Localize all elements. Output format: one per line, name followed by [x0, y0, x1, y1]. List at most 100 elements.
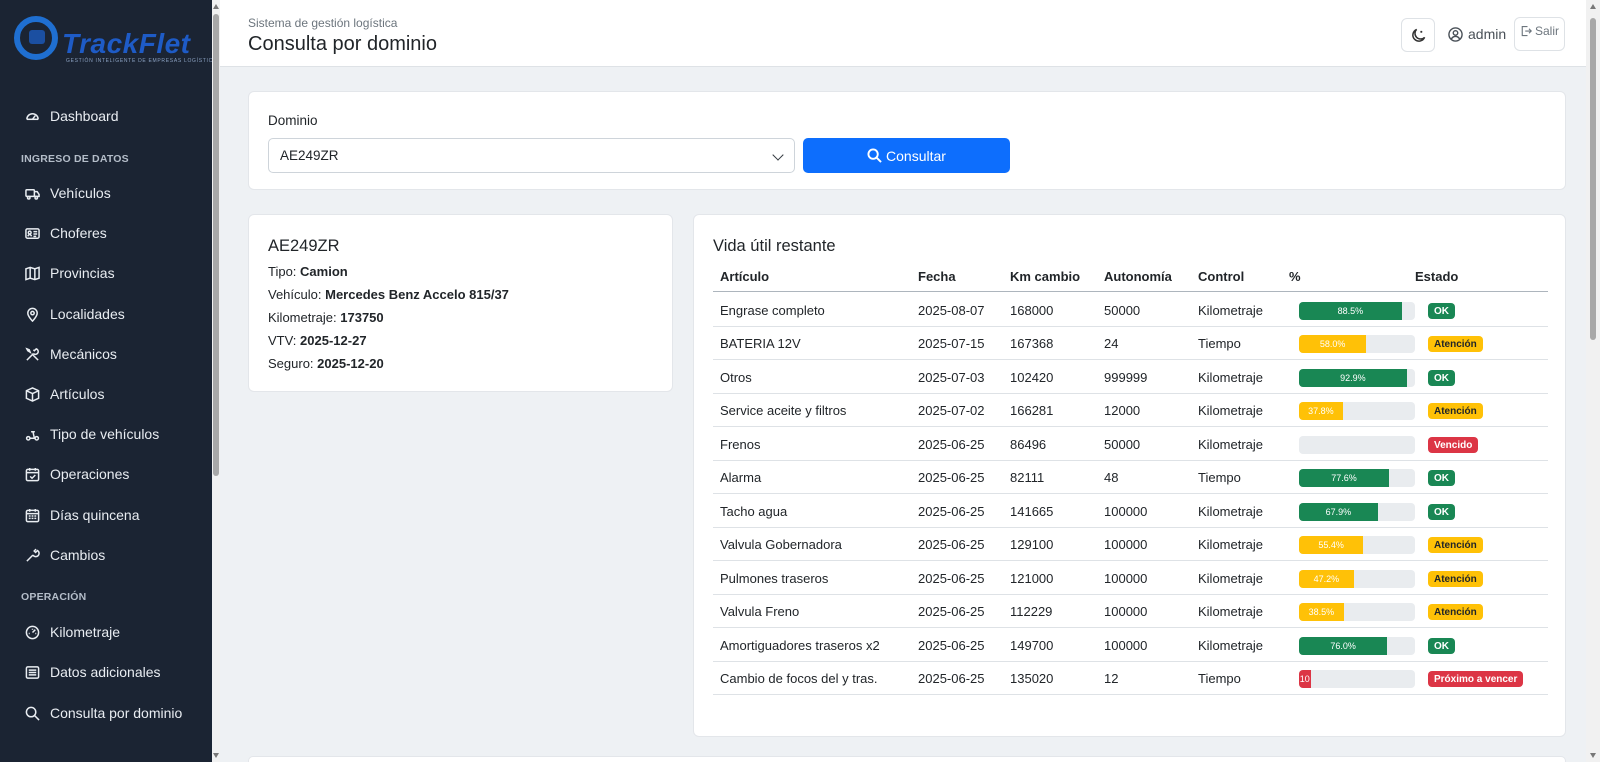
sidebar-item-label: Provincias — [50, 265, 115, 281]
sidebar-item-label: Artículos — [50, 386, 105, 402]
sidebar-item-provincias[interactable]: Provincias — [0, 256, 212, 290]
status-badge: OK — [1428, 638, 1455, 654]
cell-fecha: 2025-06-25 — [918, 537, 985, 552]
progress-bar: 47.2% — [1299, 570, 1415, 588]
sidebar-item-dias-quincena[interactable]: Días quincena — [0, 498, 212, 532]
sidebar-scrollbar[interactable] — [212, 0, 220, 762]
brand-logo[interactable]: TrackFlet GESTIÓN INTELIGENTE DE EMPRESA… — [14, 16, 220, 78]
sidebar-item-choferes[interactable]: Choferes — [0, 216, 212, 250]
cell-articulo: Cambio de focos del y tras. — [720, 671, 878, 686]
progress-bar: 92.9% — [1299, 369, 1415, 387]
vehicle-info-card: AE249ZR Tipo: Camion Vehículo: Mercedes … — [248, 214, 673, 392]
sidebar-item-localidades[interactable]: Localidades — [0, 297, 212, 331]
sidebar-item-datos-adicionales[interactable]: Datos adicionales — [0, 655, 212, 689]
table-row[interactable]: Tacho agua 2025-06-25 141665 100000 Kilometr… — [713, 494, 1548, 528]
scroll-up-arrow[interactable] — [1590, 4, 1596, 9]
vehicle-seguro-value: 2025-12-20 — [317, 356, 384, 371]
wrench-icon — [24, 547, 40, 563]
page-scrollbar[interactable] — [1586, 0, 1600, 762]
cell-autonomia: 12000 — [1104, 403, 1141, 418]
sidebar-item-dashboard[interactable]: Dashboard — [0, 99, 212, 133]
cell-km-cambio: 167368 — [1010, 336, 1054, 351]
sidebar-item-label: Vehículos — [50, 185, 111, 201]
dominio-select[interactable]: AE249ZR — [268, 138, 795, 173]
consultar-button[interactable]: Consultar — [803, 138, 1010, 173]
table-row[interactable]: Cambio de focos del y tras. 2025-06-25 135… — [713, 661, 1548, 695]
table-header: Artículo Fecha Km cambio Autonomía Contr… — [713, 263, 1548, 292]
sidebar-item-label: Operaciones — [50, 466, 130, 482]
logout-button[interactable]: Salir — [1514, 17, 1565, 51]
column-header[interactable]: Estado — [1415, 269, 1458, 284]
user-name: admin — [1468, 26, 1507, 42]
sidebar-item-consulta-por-dominio[interactable]: Consulta por dominio — [0, 696, 212, 730]
cell-km-cambio: 102420 — [1010, 370, 1054, 385]
table-row[interactable]: Pulmones traseros 2025-06-25 121000 100000 K… — [713, 561, 1548, 595]
scroll-down-arrow[interactable] — [1590, 753, 1596, 758]
sidebar-item-tipo-de-vehiculos[interactable]: Tipo de vehículos — [0, 417, 212, 451]
user-circle-icon — [1448, 26, 1463, 42]
column-header[interactable]: Artículo — [720, 269, 769, 284]
vehicle-vtv: VTV: 2025-12-27 — [268, 333, 367, 348]
sidebar-item-operaciones[interactable]: Operaciones — [0, 457, 212, 491]
table-row[interactable]: Amortiguadores traseros x2 2025-06-25 1497… — [713, 628, 1548, 662]
table-row[interactable]: Otros 2025-07-03 102420 999999 Kilometraje 92… — [713, 360, 1548, 394]
cell-control: Kilometraje — [1198, 571, 1264, 586]
table-row[interactable]: Service aceite y filtros 2025-07-02 166281… — [713, 393, 1548, 427]
theme-toggle-button[interactable] — [1401, 18, 1435, 52]
sidebar-item-label: Consulta por dominio — [50, 705, 183, 721]
table-row[interactable]: BATERIA 12V 2025-07-15 167368 24 Tiempo 58.0%… — [713, 326, 1548, 360]
sidebar-item-label: Choferes — [50, 225, 107, 241]
status-badge: Atención — [1428, 604, 1483, 620]
table-row[interactable]: Valvula Freno 2025-06-25 112229 100000 Kilom… — [713, 594, 1548, 628]
column-header[interactable]: Fecha — [918, 269, 956, 284]
nav-section-heading: OPERACIÓN — [21, 591, 87, 603]
vehicle-tipo-value: Camion — [300, 264, 348, 279]
progress-fill: 58.0% — [1299, 335, 1367, 353]
column-header[interactable]: % — [1289, 269, 1301, 284]
page-scroll-thumb[interactable] — [1590, 18, 1596, 340]
sidebar-item-articulos[interactable]: Artículos — [0, 377, 212, 411]
user-menu[interactable]: admin — [1448, 26, 1506, 42]
cell-fecha: 2025-06-25 — [918, 638, 985, 653]
table-row[interactable]: Valvula Gobernadora 2025-06-25 129100 10000… — [713, 527, 1548, 561]
progress-fill: 37.8% — [1299, 402, 1343, 420]
cell-autonomia: 12 — [1104, 671, 1119, 686]
map-pin-icon — [24, 306, 40, 322]
sidebar-item-mecanicos[interactable]: Mecánicos — [0, 337, 212, 371]
additional-card — [248, 756, 1566, 762]
progress-bar: 55.4% — [1299, 536, 1415, 554]
scroll-down-arrow[interactable] — [213, 753, 219, 758]
sidebar-item-vehiculos[interactable]: Vehículos — [0, 176, 212, 210]
vehicle-kilometraje-value: 173750 — [340, 310, 384, 325]
app-subtitle: Sistema de gestión logística — [248, 16, 398, 30]
table-row[interactable]: Alarma 2025-06-25 82111 48 Tiempo 77.6% OK — [713, 460, 1548, 494]
table-row[interactable]: Frenos 2025-06-25 86496 50000 Kilometraje Ven… — [713, 427, 1548, 461]
column-header[interactable]: Autonomía — [1104, 269, 1172, 284]
column-header[interactable]: Control — [1198, 269, 1244, 284]
cell-control: Kilometraje — [1198, 403, 1264, 418]
search-icon — [24, 705, 40, 721]
nav-section-heading: INGRESO DE DATOS — [21, 153, 129, 165]
progress-fill: 67.9% — [1299, 503, 1378, 521]
sidebar-item-label: Mecánicos — [50, 346, 117, 362]
sidebar-item-cambios[interactable]: Cambios — [0, 538, 212, 572]
vehicle-modelo-value: Mercedes Benz Accelo 815/37 — [325, 287, 509, 302]
sidebar-scroll-thumb[interactable] — [213, 14, 219, 476]
status-badge: OK — [1428, 370, 1455, 386]
table-row[interactable]: Engrase completo 2025-08-07 168000 50000 Kil… — [713, 293, 1548, 327]
scroll-up-arrow[interactable] — [213, 4, 219, 9]
cell-km-cambio: 149700 — [1010, 638, 1054, 653]
vehicle-plate: AE249ZR — [268, 237, 340, 255]
cell-autonomia: 50000 — [1104, 303, 1141, 318]
status-badge: Atención — [1428, 571, 1483, 587]
cell-control: Kilometraje — [1198, 370, 1264, 385]
sidebar-item-kilometraje[interactable]: Kilometraje — [0, 615, 212, 649]
cell-fecha: 2025-06-25 — [918, 604, 985, 619]
cell-control: Kilometraje — [1198, 537, 1264, 552]
cell-autonomia: 50000 — [1104, 437, 1141, 452]
cell-autonomia: 100000 — [1104, 571, 1148, 586]
cell-fecha: 2025-07-03 — [918, 370, 985, 385]
column-header[interactable]: Km cambio — [1010, 269, 1080, 284]
vehicle-kilometraje: Kilometraje: 173750 — [268, 310, 384, 325]
cell-fecha: 2025-06-25 — [918, 671, 985, 686]
